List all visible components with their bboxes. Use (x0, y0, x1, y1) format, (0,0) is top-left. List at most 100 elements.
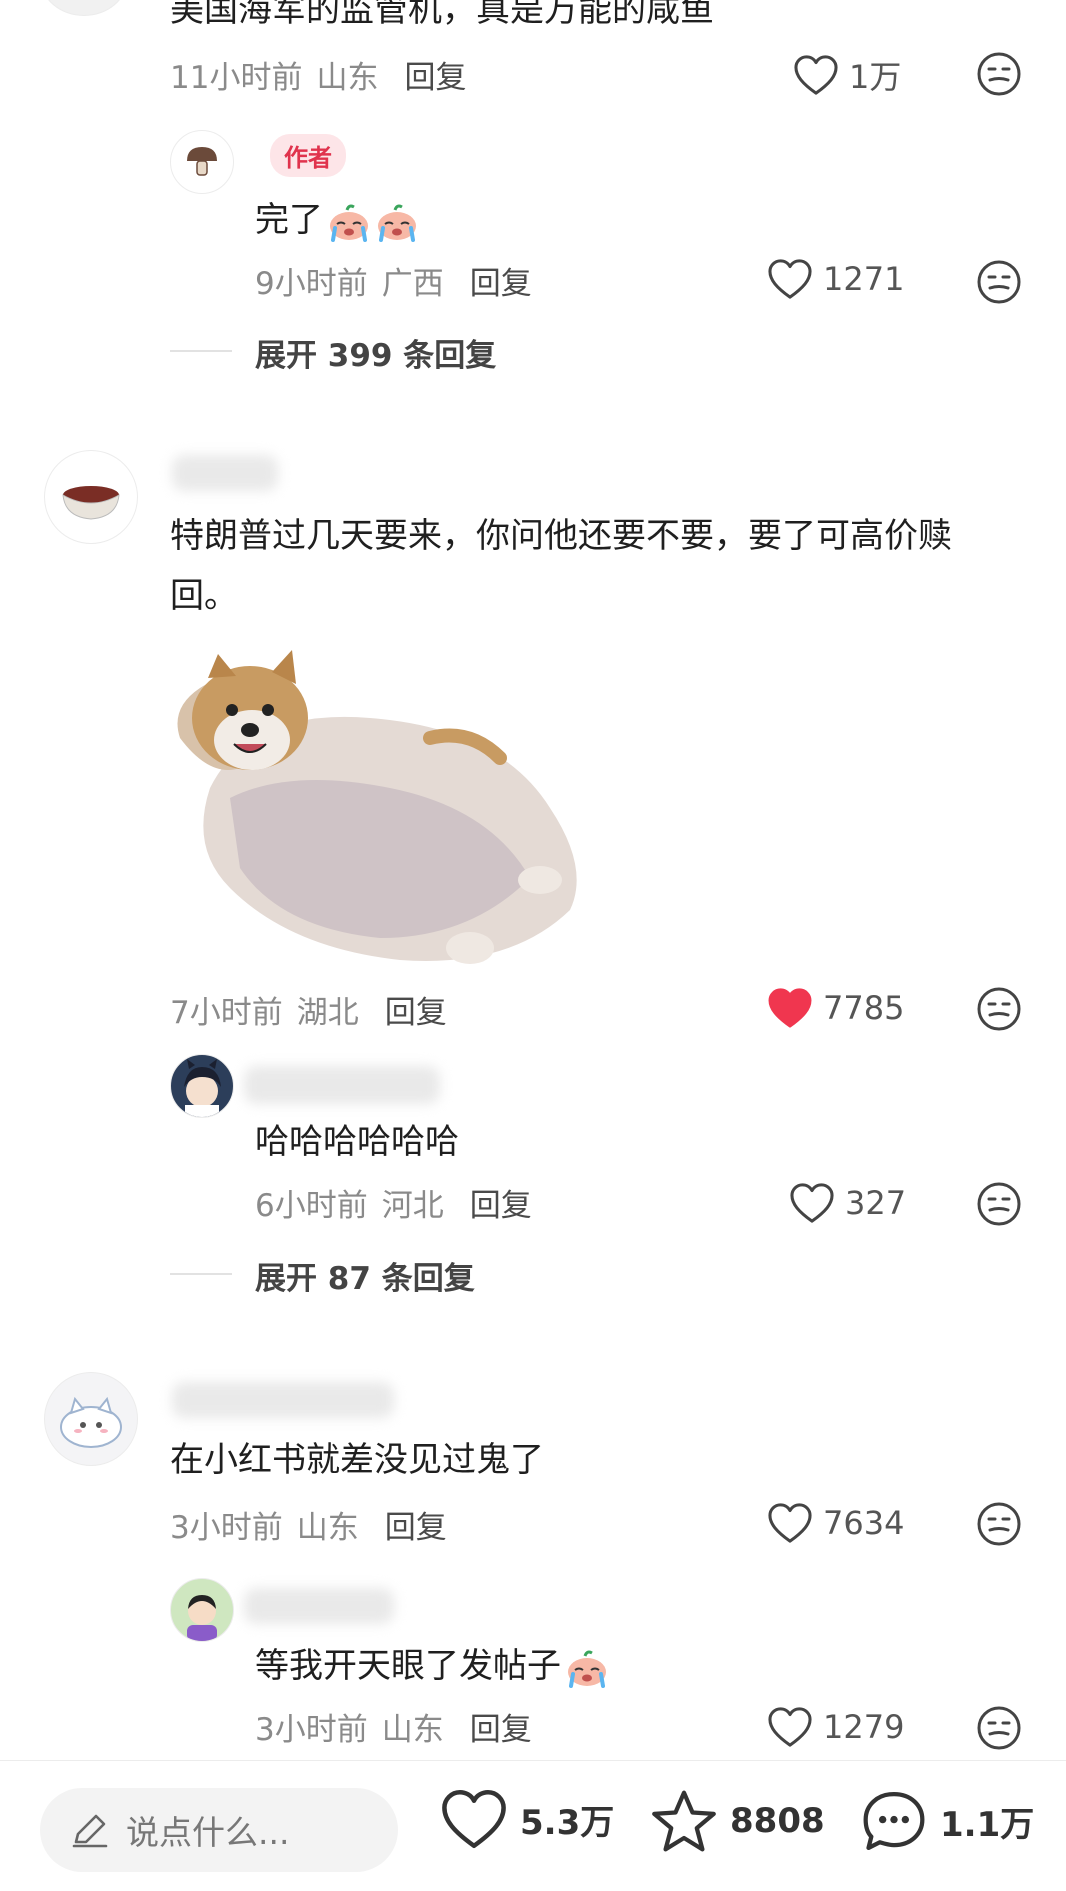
like-count: 7634 (823, 1504, 905, 1542)
reply-button[interactable]: 回复 (470, 1712, 532, 1748)
reply-button[interactable]: 回复 (385, 995, 447, 1031)
like-count: 1271 (823, 260, 905, 298)
reply-button[interactable]: 回复 (470, 1188, 532, 1224)
comment-meta: 11小时前 山东 回复 (170, 52, 466, 97)
comment-text: 美国海军的监管机，真是万能的咸鱼 (170, 0, 714, 30)
reply-text: 完了 (255, 190, 419, 250)
dislike-button[interactable] (975, 50, 1023, 98)
post-comment-button[interactable]: 1.1万 (860, 1788, 1034, 1854)
dog-sticker-image (177, 650, 577, 964)
like-button[interactable]: 327 (789, 1182, 906, 1224)
avatar[interactable] (44, 1372, 138, 1466)
comment-input-placeholder: 说点什么... (126, 1813, 290, 1852)
username-blurred[interactable] (172, 1382, 394, 1418)
dislike-button[interactable] (975, 258, 1023, 306)
dislike-face-icon (975, 50, 1023, 98)
like-count: 327 (845, 1184, 907, 1222)
heart-icon (442, 1789, 506, 1849)
anime-boy-avatar-icon (184, 1059, 221, 1117)
cartoon-cat-avatar-icon (60, 1396, 122, 1448)
reply-meta: 6小时前 河北 回复 (255, 1180, 532, 1225)
avatar[interactable] (40, 0, 128, 16)
comment-text-line: 特朗普过几天要来，你问他还要不要，要了可高价赎 (170, 516, 952, 556)
divider (170, 350, 232, 352)
reply-location: 河北 (381, 1188, 444, 1224)
heart-icon (767, 1706, 813, 1748)
like-button[interactable]: 1万 (793, 52, 901, 98)
star-icon (652, 1790, 716, 1852)
like-button[interactable]: 7785 (767, 987, 904, 1029)
heart-icon (767, 258, 813, 300)
reply-button[interactable]: 回复 (385, 1510, 447, 1546)
comment-meta: 7小时前 湖北 回复 (170, 987, 447, 1032)
dislike-button[interactable] (975, 1704, 1023, 1752)
like-count: 7785 (823, 989, 905, 1027)
comment-image[interactable] (170, 648, 595, 968)
chat-bubble-icon (863, 1791, 925, 1851)
comment-text-line: 回。 (170, 576, 238, 616)
heart-icon (767, 1502, 813, 1544)
author-tag: 作者 (270, 134, 346, 177)
expand-replies-button[interactable]: 展开 399 条回复 (255, 330, 496, 375)
reply-location: 广西 (381, 266, 444, 302)
comment-time: 7小时前 (170, 995, 283, 1031)
username-blurred[interactable] (244, 1066, 440, 1104)
comment-text: 在小红书就差没见过鬼了 (170, 1440, 544, 1480)
crying-emoji-icon (375, 202, 419, 242)
post-like-button[interactable]: 5.3万 (440, 1788, 614, 1850)
dislike-face-icon (975, 258, 1023, 306)
dislike-button[interactable] (975, 985, 1023, 1033)
reply-avatar[interactable] (170, 130, 234, 194)
heart-icon (793, 54, 839, 96)
reply-time: 6小时前 (255, 1188, 368, 1224)
heart-filled-icon (767, 987, 813, 1029)
username-blurred[interactable] (244, 1588, 394, 1624)
heart-icon (789, 1182, 835, 1224)
avatar[interactable] (44, 450, 138, 544)
crying-emoji-icon (327, 202, 371, 242)
reply-avatar[interactable] (170, 1054, 234, 1118)
dislike-face-icon (975, 1704, 1023, 1752)
like-button[interactable]: 1271 (767, 258, 904, 300)
reply-avatar[interactable] (170, 1578, 234, 1642)
post-collect-button[interactable]: 8808 (650, 1788, 825, 1854)
post-comment-count: 1.1万 (940, 1804, 1035, 1845)
pencil-icon (72, 1814, 108, 1848)
expand-replies-button[interactable]: 展开 87 条回复 (255, 1253, 475, 1298)
crying-emoji-icon (565, 1648, 609, 1688)
reply-button[interactable]: 回复 (404, 60, 466, 96)
like-button[interactable]: 1279 (767, 1706, 904, 1748)
comment-location: 山东 (316, 60, 379, 96)
like-button[interactable]: 7634 (767, 1502, 904, 1544)
reply-text: 等我开天眼了发帖子 (255, 1636, 609, 1696)
bowl-icon (62, 486, 120, 520)
cartoon-kid-avatar-icon (187, 1595, 217, 1641)
dislike-button[interactable] (975, 1180, 1023, 1228)
reply-meta: 9小时前 广西 回复 (255, 258, 532, 303)
post-collect-count: 8808 (730, 1801, 825, 1841)
reply-text: 哈哈哈哈哈哈 (255, 1122, 459, 1162)
dislike-face-icon (975, 1180, 1023, 1228)
username-blurred[interactable] (172, 455, 278, 491)
divider (170, 1273, 232, 1275)
like-count: 1万 (849, 58, 902, 96)
mushroom-icon (187, 147, 217, 176)
dislike-face-icon (975, 985, 1023, 1033)
reply-time: 3小时前 (255, 1712, 368, 1748)
reply-location: 山东 (381, 1712, 444, 1748)
reply-button[interactable]: 回复 (470, 266, 532, 302)
comment-time: 3小时前 (170, 1510, 283, 1546)
comment-location: 山东 (296, 1510, 359, 1546)
dislike-button[interactable] (975, 1500, 1023, 1548)
reply-meta: 3小时前 山东 回复 (255, 1704, 532, 1749)
comment-meta: 3小时前 山东 回复 (170, 1502, 447, 1547)
reply-text-content: 完了 (255, 200, 323, 240)
bottom-action-bar: 说点什么... 5.3万 8808 1.1万 (0, 1760, 1066, 1891)
post-like-count: 5.3万 (520, 1802, 615, 1843)
dislike-face-icon (975, 1500, 1023, 1548)
comment-time: 11小时前 (170, 60, 303, 96)
like-count: 1279 (823, 1708, 905, 1746)
reply-time: 9小时前 (255, 266, 368, 302)
comment-input[interactable]: 说点什么... (40, 1788, 398, 1872)
reply-text-content: 等我开天眼了发帖子 (255, 1646, 561, 1686)
